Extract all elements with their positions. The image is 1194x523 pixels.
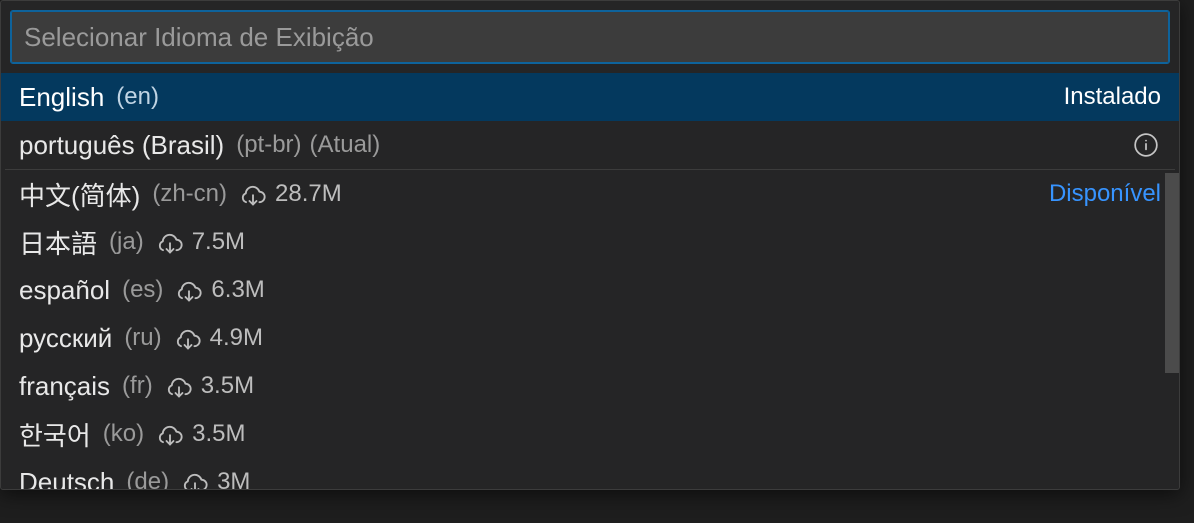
- list-item[interactable]: português (Brasil) (pt-br) (Atual): [1, 121, 1179, 169]
- download-count: 3.5M: [192, 420, 245, 448]
- download-count: 28.7M: [275, 180, 342, 208]
- language-name: 한국어: [19, 416, 91, 453]
- download-count: 7.5M: [192, 228, 245, 256]
- cloud-download-icon: [174, 324, 202, 352]
- language-code: (zh-cn): [152, 180, 227, 208]
- language-code: (pt-br): [236, 131, 301, 159]
- language-quickpick: English (en) Instalado português (Brasil) (p…: [0, 0, 1180, 490]
- installed-badge: Instalado: [1064, 83, 1161, 111]
- cloud-download-icon: [239, 180, 267, 208]
- language-name: 日本語: [19, 224, 97, 261]
- language-name: русский: [19, 323, 112, 354]
- cloud-download-icon: [156, 228, 184, 256]
- list-item[interactable]: Deutsch (de) 3M: [1, 458, 1179, 489]
- download-count: 4.9M: [210, 324, 263, 352]
- list-wrap: English (en) Instalado português (Brasil) (p…: [1, 73, 1179, 489]
- list-item[interactable]: 日本語 (ja) 7.5M: [1, 218, 1179, 266]
- language-name: português (Brasil): [19, 130, 224, 161]
- download-count: 3M: [217, 468, 250, 489]
- cloud-download-icon: [175, 276, 203, 304]
- search-input-wrap: [1, 1, 1179, 73]
- language-list: English (en) Instalado português (Brasil) (p…: [1, 73, 1179, 489]
- language-code: (es): [122, 276, 163, 304]
- language-name: English: [19, 82, 104, 113]
- language-code: (de): [126, 468, 169, 489]
- list-item[interactable]: русский (ru) 4.9M: [1, 314, 1179, 362]
- available-badge: Disponível: [1049, 180, 1161, 208]
- list-item[interactable]: español (es) 6.3M: [1, 266, 1179, 314]
- language-name: Deutsch: [19, 467, 114, 490]
- language-code: (ja): [109, 228, 144, 256]
- language-code: (en): [116, 83, 159, 111]
- list-item[interactable]: 中文(简体) (zh-cn) 28.7M Disponível: [1, 170, 1179, 218]
- cloud-download-icon: [181, 468, 209, 489]
- list-item[interactable]: 한국어 (ko) 3.5M: [1, 410, 1179, 458]
- download-count: 3.5M: [201, 372, 254, 400]
- cloud-download-icon: [165, 372, 193, 400]
- current-badge: (Atual): [310, 131, 381, 159]
- list-item[interactable]: English (en) Instalado: [1, 73, 1179, 121]
- info-icon[interactable]: [1131, 130, 1161, 160]
- list-item[interactable]: français (fr) 3.5M: [1, 362, 1179, 410]
- language-code: (ko): [103, 420, 144, 448]
- language-name: 中文(简体): [19, 176, 140, 213]
- cloud-download-icon: [156, 420, 184, 448]
- search-input[interactable]: [11, 11, 1169, 63]
- language-name: español: [19, 275, 110, 306]
- download-count: 6.3M: [211, 276, 264, 304]
- scrollbar-thumb[interactable]: [1165, 173, 1179, 373]
- language-code: (fr): [122, 372, 153, 400]
- language-name: français: [19, 371, 110, 402]
- language-code: (ru): [124, 324, 161, 352]
